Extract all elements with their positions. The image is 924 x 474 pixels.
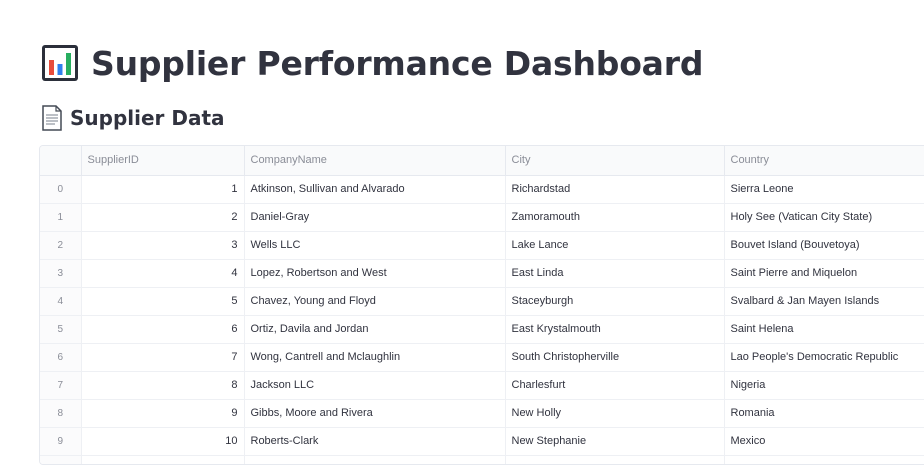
cell-city[interactable]: East Krystalmouth <box>505 315 725 344</box>
cell-companyname[interactable]: Atkinson, Sullivan and Alvarado <box>244 175 506 204</box>
cell-city[interactable]: Richardstad <box>505 175 725 204</box>
row-index: 3 <box>40 259 82 288</box>
cell-companyname[interactable]: Lopez, Robertson and West <box>244 259 506 288</box>
cell-city[interactable]: Zamoramouth <box>505 203 725 232</box>
cell-supplierid[interactable]: 7 <box>81 343 245 372</box>
cell-city[interactable]: Staceyburgh <box>505 287 725 316</box>
cell-companyname[interactable]: Ortiz, Davila and Jordan <box>244 315 506 344</box>
row-index: 5 <box>40 315 82 344</box>
table-row[interactable]: 9 10 Roberts-Clark New Stephanie Mexico <box>40 427 924 456</box>
table-row-partial <box>40 455 924 464</box>
row-index: 7 <box>40 371 82 400</box>
cell-companyname[interactable]: Wong, Cantrell and Mclaughlin <box>244 343 506 372</box>
table-row[interactable]: 8 9 Gibbs, Moore and Rivera New Holly Ro… <box>40 399 924 428</box>
page-title: Supplier Performance Dashboard <box>91 43 704 83</box>
table-row[interactable]: 0 1 Atkinson, Sullivan and Alvarado Rich… <box>40 175 924 204</box>
cell-companyname[interactable]: Daniel-Gray <box>244 203 506 232</box>
cell-supplierid[interactable]: 8 <box>81 371 245 400</box>
table-row[interactable]: 1 2 Daniel-Gray Zamoramouth Holy See (Va… <box>40 203 924 232</box>
cell-supplierid[interactable]: 1 <box>81 175 245 204</box>
bar-chart-icon <box>42 45 78 81</box>
section-header: Supplier Data <box>41 103 225 133</box>
column-header-companyname[interactable]: CompanyName <box>244 146 506 176</box>
supplier-data-table[interactable]: SupplierID CompanyName City Country 0 1 … <box>39 145 924 465</box>
cell-companyname[interactable]: Jackson LLC <box>244 371 506 400</box>
cell-empty <box>244 455 506 464</box>
cell-supplierid[interactable]: 2 <box>81 203 245 232</box>
table-row[interactable]: 4 5 Chavez, Young and Floyd Staceyburgh … <box>40 287 924 316</box>
column-header-city[interactable]: City <box>505 146 725 176</box>
cell-empty <box>81 455 245 464</box>
page-header: Supplier Performance Dashboard <box>41 40 703 86</box>
cell-country[interactable]: Lao People's Democratic Republic <box>724 343 924 372</box>
row-index-empty <box>40 455 82 464</box>
table-row[interactable]: 7 8 Jackson LLC Charlesfurt Nigeria <box>40 371 924 400</box>
app-page: Supplier Performance Dashboard Supplier … <box>0 0 924 474</box>
cell-country[interactable]: Bouvet Island (Bouvetoya) <box>724 231 924 260</box>
cell-country[interactable]: Mexico <box>724 427 924 456</box>
column-header-index[interactable] <box>40 146 82 176</box>
row-index: 1 <box>40 203 82 232</box>
cell-country[interactable]: Romania <box>724 399 924 428</box>
section-title: Supplier Data <box>70 106 225 130</box>
cell-city[interactable]: Lake Lance <box>505 231 725 260</box>
table-row[interactable]: 5 6 Ortiz, Davila and Jordan East Krysta… <box>40 315 924 344</box>
cell-country[interactable]: Saint Helena <box>724 315 924 344</box>
cell-supplierid[interactable]: 4 <box>81 259 245 288</box>
row-index: 2 <box>40 231 82 260</box>
column-header-supplierid[interactable]: SupplierID <box>81 146 245 176</box>
cell-empty <box>724 455 924 464</box>
cell-country[interactable]: Holy See (Vatican City State) <box>724 203 924 232</box>
row-index: 4 <box>40 287 82 316</box>
row-index: 0 <box>40 175 82 204</box>
table-row[interactable]: 6 7 Wong, Cantrell and Mclaughlin South … <box>40 343 924 372</box>
row-index: 9 <box>40 427 82 456</box>
cell-companyname[interactable]: Chavez, Young and Floyd <box>244 287 506 316</box>
cell-country[interactable]: Nigeria <box>724 371 924 400</box>
cell-supplierid[interactable]: 9 <box>81 399 245 428</box>
cell-companyname[interactable]: Gibbs, Moore and Rivera <box>244 399 506 428</box>
cell-city[interactable]: South Christopherville <box>505 343 725 372</box>
cell-supplierid[interactable]: 10 <box>81 427 245 456</box>
cell-country[interactable]: Svalbard & Jan Mayen Islands <box>724 287 924 316</box>
table-body: 0 1 Atkinson, Sullivan and Alvarado Rich… <box>40 175 924 464</box>
table-row[interactable]: 2 3 Wells LLC Lake Lance Bouvet Island (… <box>40 231 924 260</box>
cell-country[interactable]: Saint Pierre and Miquelon <box>724 259 924 288</box>
cell-city[interactable]: East Linda <box>505 259 725 288</box>
cell-companyname[interactable]: Roberts-Clark <box>244 427 506 456</box>
cell-supplierid[interactable]: 6 <box>81 315 245 344</box>
row-index: 8 <box>40 399 82 428</box>
cell-supplierid[interactable]: 3 <box>81 231 245 260</box>
cell-city[interactable]: New Holly <box>505 399 725 428</box>
cell-empty <box>505 455 725 464</box>
table-header-row: SupplierID CompanyName City Country <box>40 146 924 176</box>
page-icon <box>42 105 62 131</box>
column-header-country[interactable]: Country <box>724 146 924 176</box>
cell-companyname[interactable]: Wells LLC <box>244 231 506 260</box>
cell-country[interactable]: Sierra Leone <box>724 175 924 204</box>
cell-supplierid[interactable]: 5 <box>81 287 245 316</box>
cell-city[interactable]: Charlesfurt <box>505 371 725 400</box>
cell-city[interactable]: New Stephanie <box>505 427 725 456</box>
row-index: 6 <box>40 343 82 372</box>
table-row[interactable]: 3 4 Lopez, Robertson and West East Linda… <box>40 259 924 288</box>
